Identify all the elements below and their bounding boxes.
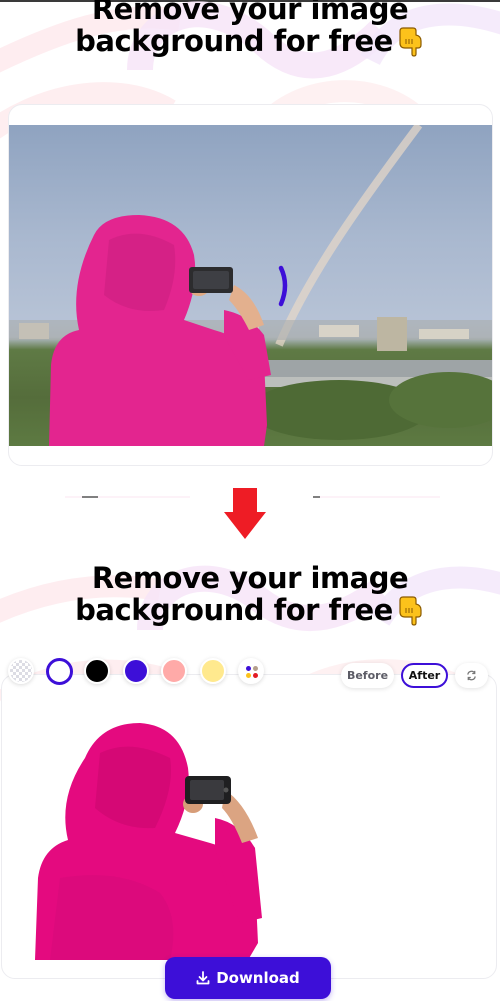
headline-line-2: background for free [75, 593, 393, 627]
download-icon [196, 971, 210, 985]
swatch-transparent[interactable] [8, 658, 34, 684]
headline-line-1: Remove your image [91, 0, 409, 26]
swatch-yellow[interactable] [200, 658, 226, 684]
palette-dot-icon [253, 673, 258, 678]
palette-dot-icon [246, 666, 251, 671]
headline: Remove your image background for free [0, 562, 500, 626]
pointing-down-emoji-icon [399, 27, 422, 57]
swatch-pink[interactable] [161, 658, 187, 684]
original-section: Remove your image background for free [0, 0, 500, 470]
swatch-violet[interactable] [123, 658, 149, 684]
palette-dot-icon [253, 666, 258, 671]
swap-icon [467, 670, 476, 681]
swatch-black[interactable] [84, 658, 110, 684]
headline: Remove your image background for free [0, 0, 500, 57]
arrow-down-icon [224, 488, 266, 539]
original-image [9, 125, 492, 446]
swap-button[interactable] [455, 663, 488, 688]
after-toggle-button[interactable]: After [401, 663, 448, 688]
loading-spinner-icon [278, 265, 288, 307]
download-label: Download [216, 969, 300, 987]
result-cutout-image [35, 723, 262, 960]
background-toolbar: Before After [0, 655, 500, 695]
swatch-white-selected[interactable] [46, 658, 73, 685]
pointing-down-emoji-icon [399, 596, 422, 626]
palette-dot-icon [246, 673, 251, 678]
headline-line-2: background for free [75, 24, 393, 58]
more-colors-button[interactable] [238, 658, 264, 684]
download-button[interactable]: Download [165, 957, 331, 999]
headline-line-1: Remove your image [91, 561, 409, 595]
before-toggle-button[interactable]: Before [341, 663, 394, 688]
